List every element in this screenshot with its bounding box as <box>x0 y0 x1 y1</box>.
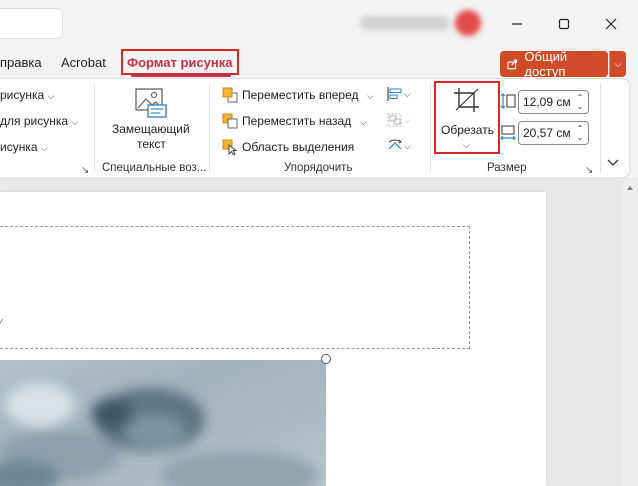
alt-text-button[interactable] <box>134 87 168 122</box>
accessibility-group-label: Специальные воз... <box>102 162 207 174</box>
width-input[interactable]: 20,57 см ⌃ ⌄ <box>518 121 589 145</box>
height-input[interactable]: 12,09 см ⌃ ⌄ <box>518 90 589 114</box>
arrange-group-label: Упорядочить <box>284 162 353 174</box>
dialog-launcher-icon[interactable]: ↘ <box>81 165 89 176</box>
picture-border-label: рисунка <box>0 88 45 102</box>
tab-acrobat[interactable]: Acrobat <box>61 48 106 78</box>
chevron-down-icon[interactable]: ⌄ <box>577 102 584 111</box>
close-icon <box>605 18 617 30</box>
crop-icon <box>454 88 479 112</box>
chevron-down-icon <box>607 159 619 166</box>
avatar[interactable] <box>455 10 481 36</box>
alt-text-label-1: Замещающий <box>112 122 190 136</box>
align-button[interactable]: ⌵ <box>386 86 411 102</box>
group-objects-icon <box>387 113 402 127</box>
chevron-down-icon: ⌵ <box>404 140 411 151</box>
send-backward-label: Переместить назад <box>242 114 352 128</box>
chevron-down-icon[interactable]: ⌄ <box>577 133 584 142</box>
dialog-launcher-icon[interactable]: ↘ <box>585 165 593 176</box>
group-separator <box>430 84 431 172</box>
chevron-up-icon[interactable]: ⌃ <box>577 124 584 133</box>
crop-button[interactable] <box>452 86 482 117</box>
crop-label: Обрезать <box>441 123 494 137</box>
chevron-down-icon: ⌵ <box>47 91 55 101</box>
share-button[interactable]: Общий доступ <box>500 49 608 79</box>
selected-picture[interactable] <box>0 360 326 486</box>
height-value: 12,09 см <box>523 95 571 109</box>
picture-layout-label: исунка <box>0 140 38 154</box>
picture-effects-button[interactable]: для рисунка ⌵ <box>0 114 78 128</box>
chevron-down-icon: ⌵ <box>404 114 411 125</box>
tab-help[interactable]: правка <box>0 48 42 78</box>
chevron-down-icon[interactable]: ⌵ <box>463 140 470 151</box>
height-stepper[interactable]: ⌃ ⌄ <box>575 93 585 111</box>
picture-content <box>0 383 320 486</box>
share-icon <box>507 59 518 70</box>
group-separator <box>94 84 95 172</box>
rotate-button[interactable]: ⌵ <box>386 138 411 154</box>
group-objects-button[interactable]: ⌵ <box>386 112 411 128</box>
search-box[interactable] <box>0 8 63 39</box>
chevron-down-icon: ⌵ <box>614 58 622 70</box>
chevron-down-icon[interactable]: ⌵ <box>367 91 374 102</box>
maximize-icon <box>558 18 570 30</box>
active-tab-indicator <box>131 74 231 77</box>
picture-effects-label: для рисунка <box>0 114 69 128</box>
close-button[interactable] <box>588 7 634 41</box>
placeholder-marker: ∕ <box>0 318 2 329</box>
maximize-button[interactable] <box>541 7 587 41</box>
width-stepper[interactable]: ⌃ ⌄ <box>575 124 585 142</box>
minimize-icon <box>512 23 522 25</box>
chevron-down-icon[interactable]: ⌵ <box>360 117 367 128</box>
alt-text-icon <box>135 88 167 118</box>
resize-handle[interactable] <box>321 354 331 364</box>
align-icon <box>387 87 402 101</box>
rotate-icon <box>388 139 402 150</box>
chevron-down-icon: ⌵ <box>404 88 411 99</box>
collapse-ribbon-button[interactable] <box>607 157 619 171</box>
chevron-up-icon[interactable] <box>622 182 638 194</box>
user-name[interactable] <box>360 16 450 30</box>
size-group-label: Размер <box>487 162 527 174</box>
share-label: Общий доступ <box>524 49 568 79</box>
picture-border-button[interactable]: рисунка ⌵ <box>0 88 54 102</box>
send-backward-button[interactable]: Переместить назад <box>222 113 351 129</box>
selection-pane-button[interactable]: Область выделения <box>222 139 354 155</box>
width-icon <box>500 125 516 141</box>
chevron-down-icon: ⌵ <box>71 117 79 127</box>
share-dropdown-button[interactable]: ⌵ <box>609 51 626 77</box>
picture-layout-button[interactable]: исунка ⌵ <box>0 140 48 154</box>
selection-pane-icon <box>222 139 238 155</box>
bring-forward-button[interactable]: Переместить вперед <box>222 87 358 103</box>
group-separator <box>209 84 210 172</box>
bring-forward-label: Переместить вперед <box>242 88 359 102</box>
chevron-down-icon: ⌵ <box>40 143 48 153</box>
send-backward-icon <box>222 113 238 129</box>
width-value: 20,57 см <box>523 126 571 140</box>
chevron-up-icon[interactable]: ⌃ <box>577 93 584 102</box>
group-separator <box>600 84 601 172</box>
height-icon <box>500 93 516 109</box>
minimize-button[interactable] <box>494 7 540 41</box>
text-placeholder[interactable] <box>0 226 470 349</box>
bring-forward-icon <box>222 87 238 103</box>
alt-text-label-2: текст <box>137 137 166 151</box>
selection-pane-label: Область выделения <box>242 140 355 154</box>
vertical-scrollbar[interactable] <box>622 180 638 486</box>
